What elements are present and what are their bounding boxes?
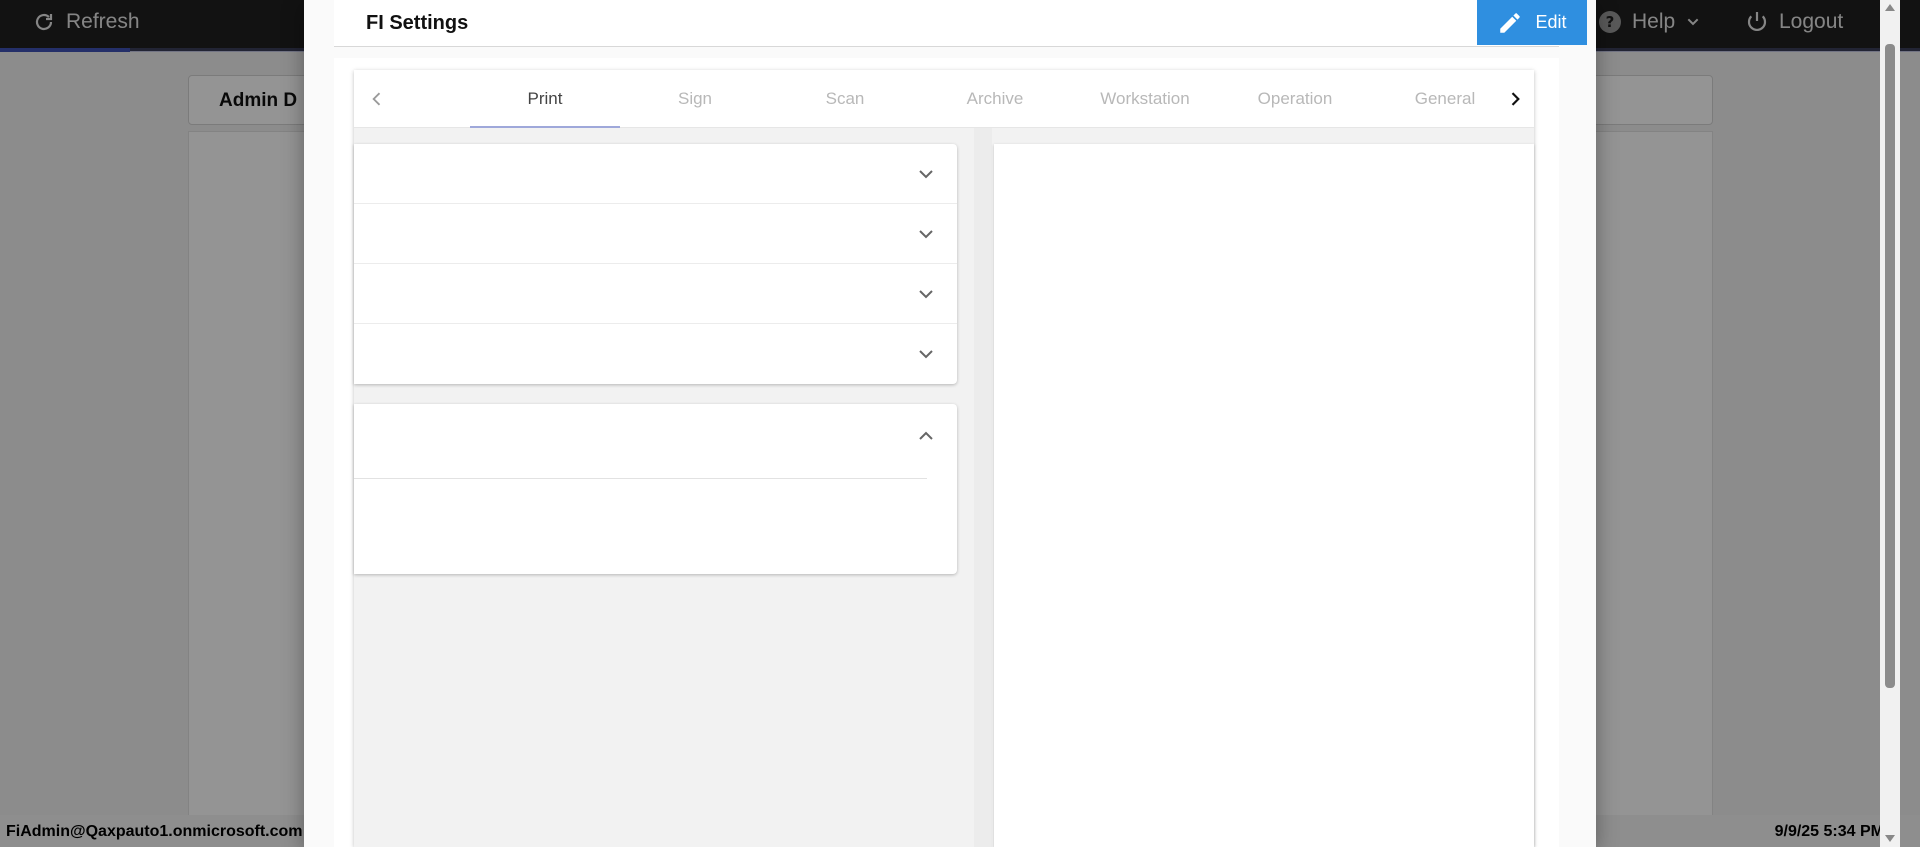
dialog-scrollbar[interactable] <box>1880 0 1900 847</box>
scrollbar-thumb[interactable] <box>1885 44 1895 688</box>
tab-scan[interactable]: Scan <box>770 70 920 128</box>
tab-workstation[interactable]: Workstation <box>1070 70 1220 128</box>
panel-splitter <box>974 128 992 847</box>
chevron-right-icon <box>1511 92 1520 106</box>
chevron-down-icon <box>919 350 933 359</box>
tab-scroll-left[interactable] <box>362 84 392 114</box>
edit-button[interactable]: Edit <box>1477 0 1587 45</box>
accordion-item[interactable] <box>354 204 957 264</box>
accordion-divider <box>354 478 927 479</box>
tab-print[interactable]: Print <box>470 70 620 128</box>
chevron-up-icon <box>919 431 933 440</box>
active-tab-indicator <box>470 126 620 128</box>
settings-tabs-panel: Print Sign Scan Archive Workstation Oper… <box>354 70 1534 847</box>
tab-operation[interactable]: Operation <box>1220 70 1370 128</box>
chevron-left-icon <box>372 92 381 106</box>
accordion-item[interactable] <box>354 264 957 324</box>
edit-label: Edit <box>1535 12 1567 32</box>
pencil-icon <box>1500 12 1521 33</box>
tab-archive[interactable]: Archive <box>920 70 1070 128</box>
tab-general[interactable]: General <box>1370 70 1520 128</box>
tab-sign[interactable]: Sign <box>620 70 770 128</box>
scroll-down-icon[interactable] <box>1884 832 1896 844</box>
dialog-header: FI Settings Edit <box>334 0 1587 47</box>
tab-scroll-right[interactable] <box>1500 84 1530 114</box>
accordion-header[interactable] <box>354 404 957 474</box>
accordion-item[interactable] <box>354 144 957 204</box>
accordion-group <box>354 144 957 384</box>
tab-bar: Print Sign Scan Archive Workstation Oper… <box>354 70 1534 128</box>
details-panel <box>994 144 1534 847</box>
expanded-accordion <box>354 404 957 574</box>
chevron-down-icon <box>919 290 933 299</box>
chevron-down-icon <box>919 230 933 239</box>
chevron-down-icon <box>919 170 933 179</box>
scroll-up-icon[interactable] <box>1884 2 1896 14</box>
fi-settings-dialog: FI Settings Edit Print Sign Scan Archive… <box>304 0 1900 847</box>
accordion-item[interactable] <box>354 324 957 384</box>
dialog-title: FI Settings <box>366 12 469 34</box>
